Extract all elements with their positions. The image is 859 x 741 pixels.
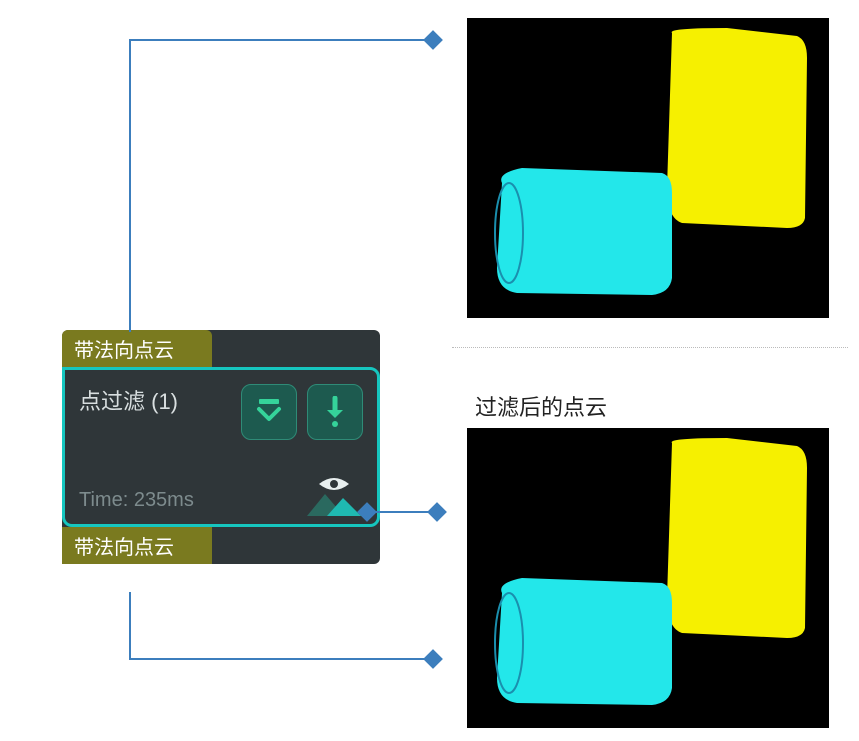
separator <box>452 347 848 348</box>
connector-output <box>0 0 470 700</box>
yellow-blob <box>667 438 807 638</box>
preview-before <box>467 18 829 318</box>
yellow-blob <box>667 28 807 228</box>
caption-filtered: 过滤后的点云 <box>475 390 607 422</box>
preview-after <box>467 428 829 728</box>
